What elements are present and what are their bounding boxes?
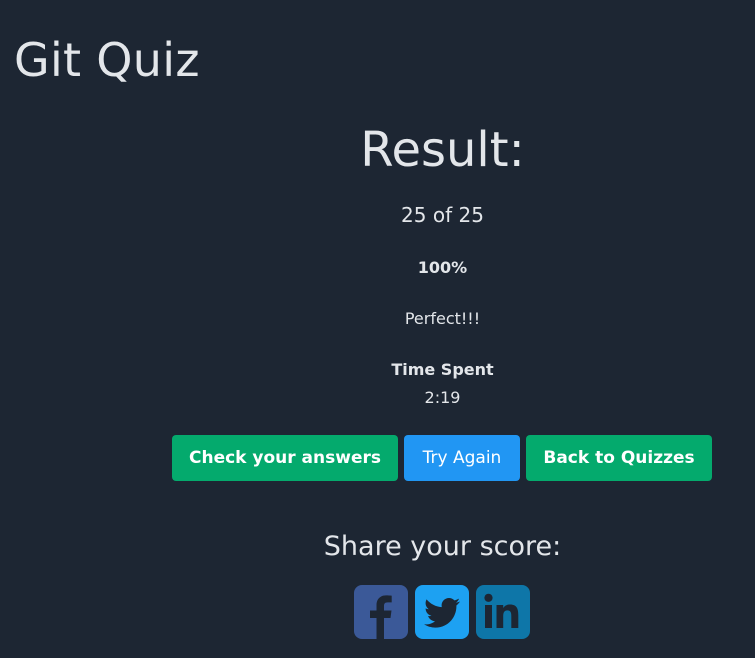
twitter-share-button[interactable] bbox=[415, 585, 469, 639]
percent-text: 100% bbox=[417, 258, 468, 277]
page-title: Git Quiz bbox=[14, 33, 200, 87]
time-spent-label: Time Spent bbox=[391, 360, 494, 379]
linkedin-icon bbox=[476, 585, 530, 639]
facebook-icon bbox=[354, 585, 408, 639]
result-heading: Result: bbox=[360, 122, 525, 178]
score-text: 25 of 25 bbox=[401, 203, 484, 227]
try-again-button[interactable]: Try Again bbox=[404, 435, 520, 481]
facebook-share-button[interactable] bbox=[354, 585, 408, 639]
check-answers-button[interactable]: Check your answers bbox=[172, 435, 398, 481]
verdict-text: Perfect!!! bbox=[404, 309, 481, 328]
twitter-icon bbox=[415, 585, 469, 639]
time-spent-value: 2:19 bbox=[424, 388, 461, 407]
linkedin-share-button[interactable] bbox=[476, 585, 530, 639]
share-score-label: Share your score: bbox=[323, 531, 562, 562]
quiz-result-page: Git Quiz Result: 25 of 25 100% Perfect!!… bbox=[0, 0, 755, 658]
back-to-quizzes-button[interactable]: Back to Quizzes bbox=[526, 435, 712, 481]
